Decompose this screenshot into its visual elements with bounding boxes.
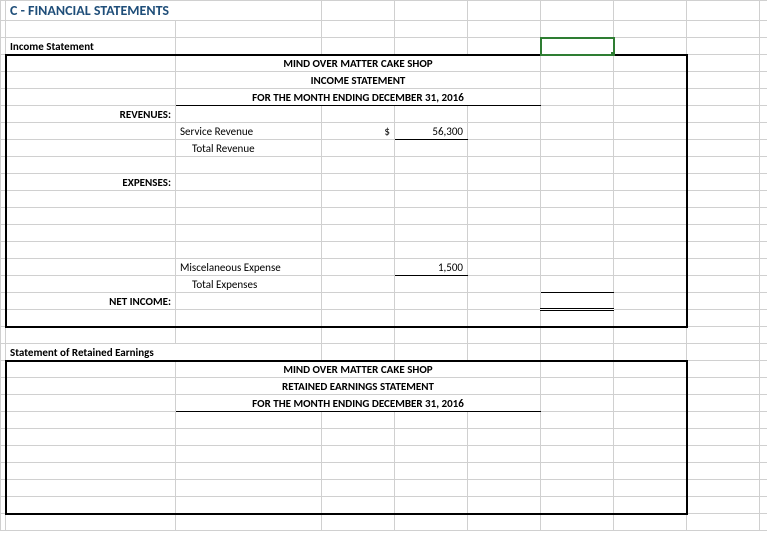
statement-type: INCOME STATEMENT — [176, 72, 541, 89]
misc-expense-amount: 1,500 — [395, 259, 468, 276]
company-name: MIND OVER MATTER CAKE SHOP — [176, 55, 541, 72]
income-statement-heading: Income Statement — [6, 38, 176, 55]
net-income-label: NET INCOME: — [6, 293, 176, 310]
service-revenue-amount: 56,300 — [395, 123, 468, 140]
service-revenue-label: Service Revenue — [176, 123, 322, 140]
section-title: C - FINANCIAL STATEMENTS — [6, 1, 322, 21]
statement-period: FOR THE MONTH ENDING DECEMBER 31, 2016 — [176, 89, 541, 106]
total-revenue-label: Total Revenue — [176, 140, 322, 157]
spreadsheet-grid[interactable]: C - FINANCIAL STATEMENTS Income Statemen… — [0, 0, 767, 531]
revenues-label: REVENUES: — [6, 106, 176, 123]
active-cell[interactable] — [541, 38, 614, 55]
total-expenses-label: Total Expenses — [176, 276, 322, 293]
expenses-label: EXPENSES: — [6, 174, 176, 191]
re-company-name: MIND OVER MATTER CAKE SHOP — [176, 361, 541, 378]
re-statement-type: RETAINED EARNINGS STATEMENT — [176, 378, 541, 395]
retained-earnings-heading: Statement of Retained Earnings — [6, 344, 322, 361]
re-statement-period: FOR THE MONTH ENDING DECEMBER 31, 2016 — [176, 395, 541, 412]
misc-expense-label: Miscelaneous Expense — [176, 259, 322, 276]
service-revenue-currency: $ — [322, 123, 395, 140]
